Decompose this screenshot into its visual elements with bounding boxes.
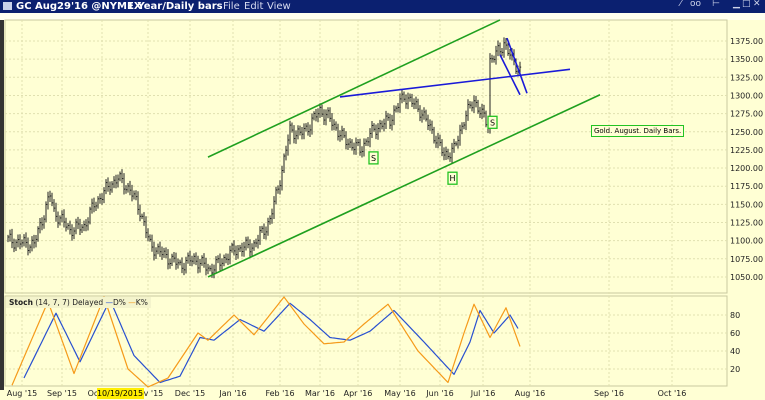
y-tick-label: 1225.00 <box>730 146 763 155</box>
annotation-box[interactable]: Gold. August. Daily Bars. <box>591 125 685 137</box>
x-tick-label: Sep '15 <box>47 389 77 398</box>
price-panel <box>4 19 728 294</box>
y-tick-label: 1325.00 <box>730 73 763 82</box>
stoch-tick-label: 60 <box>730 329 740 338</box>
y-tick-label: 1125.00 <box>730 219 763 228</box>
y-tick-label: 1100.00 <box>730 237 763 246</box>
y-tick-label: 1300.00 <box>730 91 763 100</box>
stoch-tick-label: 20 <box>730 365 740 374</box>
x-tick-label: Jun '16 <box>425 389 453 398</box>
x-tick-label: Jul '16 <box>470 389 496 398</box>
highlight-date-label: 10/19/2015 <box>97 389 143 398</box>
stoch-tick-label: 40 <box>730 347 740 356</box>
y-tick-label: 1375.00 <box>730 37 763 46</box>
x-tick-label: Mar '16 <box>305 389 335 398</box>
stoch-tick-label: 80 <box>730 311 740 320</box>
x-tick-label: Jan '16 <box>218 389 246 398</box>
stoch-d-label: D% <box>112 298 126 307</box>
x-tick-label: Aug '15 <box>7 389 38 398</box>
stoch-params: (14, 7, 7) <box>35 298 70 307</box>
stoch-mode[interactable]: Delayed <box>72 298 103 307</box>
x-tick-label: Apr '16 <box>344 389 373 398</box>
price-chart[interactable]: Aug '15Sep '15Oct '15Nov '15Dec '15Jan '… <box>0 0 765 400</box>
x-tick-label: Oct '16 <box>658 389 687 398</box>
x-tick-label: Sep '16 <box>594 389 624 398</box>
stoch-legend: Stoch (14, 7, 7) Delayed —D% —K% <box>6 297 151 308</box>
y-tick-label: 1275.00 <box>730 110 763 119</box>
pattern-label-h: H <box>449 174 455 183</box>
x-tick-label: Feb '16 <box>265 389 294 398</box>
y-tick-label: 1050.00 <box>730 273 763 282</box>
stoch-k-label: K% <box>135 298 148 307</box>
pattern-label-s: S <box>371 154 376 163</box>
stoch-panel <box>4 295 728 387</box>
left-scrollbar <box>0 20 4 390</box>
y-tick-label: 1350.00 <box>730 55 763 64</box>
y-tick-label: 1175.00 <box>730 182 763 191</box>
chart-window: GC Aug29'16 @NYMEX 1 Year/Daily bars Fil… <box>0 0 765 400</box>
pattern-label-s: S <box>490 118 495 127</box>
stoch-name: Stoch <box>9 298 33 307</box>
x-tick-label: Dec '15 <box>175 389 205 398</box>
y-tick-label: 1200.00 <box>730 164 763 173</box>
x-tick-label: Aug '16 <box>515 389 546 398</box>
x-tick-label: May '16 <box>384 389 415 398</box>
y-tick-label: 1250.00 <box>730 128 763 137</box>
y-tick-label: 1075.00 <box>730 255 763 264</box>
y-tick-label: 1150.00 <box>730 200 763 209</box>
